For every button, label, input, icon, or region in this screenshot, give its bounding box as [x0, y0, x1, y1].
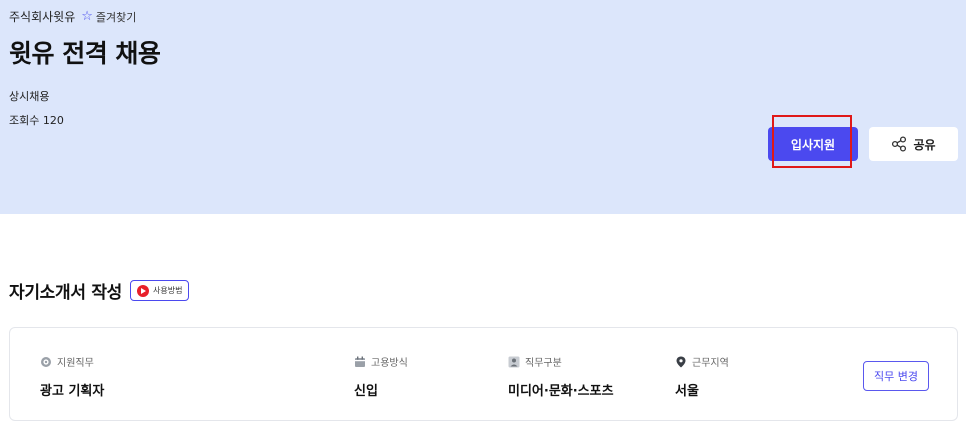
field-label: 직무구분: [508, 354, 562, 369]
calendar-icon: [354, 356, 366, 368]
share-icon: [891, 136, 907, 152]
company-name[interactable]: 주식회사윗유: [9, 8, 75, 25]
field-label: 고용방식: [354, 354, 408, 369]
play-icon: [137, 284, 149, 297]
apply-button[interactable]: 입사지원: [768, 127, 858, 161]
target-icon: [40, 356, 52, 368]
field-value: 신입: [354, 384, 378, 399]
field-value: 미디어·문화·스포츠: [508, 384, 614, 399]
how-to-label: 사용방법: [153, 286, 183, 295]
favorite-label: 즐겨찾기: [95, 10, 137, 24]
location-pin-icon: [675, 356, 687, 368]
person-icon: [508, 356, 520, 368]
view-count: 조회수 120: [9, 114, 64, 127]
share-label: 공유: [913, 137, 936, 152]
field-label: 근무지역: [675, 354, 729, 369]
job-info-card: 지원직무 광고 기획자 고용방식 신입 직무구분 미디어·문화·스포츠 근무지역…: [9, 327, 958, 421]
hire-type: 상시채용: [9, 90, 50, 103]
cover-letter-header: 자기소개서 작성 사용방법: [9, 278, 190, 303]
field-value: 광고 기획자: [40, 384, 105, 399]
favorite-button[interactable]: ☆ 즐겨찾기: [81, 9, 136, 25]
change-job-button[interactable]: 직무 변경: [863, 361, 929, 391]
field-label: 지원직무: [40, 354, 94, 369]
company-row: 주식회사윗유 ☆ 즐겨찾기: [9, 8, 136, 25]
star-icon: ☆: [81, 9, 93, 24]
job-header: 주식회사윗유 ☆ 즐겨찾기 윗유 전격 채용 상시채용 조회수 120 입사지원…: [0, 0, 966, 214]
share-button[interactable]: 공유: [869, 127, 958, 161]
field-value: 서울: [675, 384, 699, 399]
section-title: 자기소개서 작성: [9, 283, 122, 303]
how-to-button[interactable]: 사용방법: [130, 280, 190, 301]
page-title: 윗유 전격 채용: [9, 39, 161, 68]
